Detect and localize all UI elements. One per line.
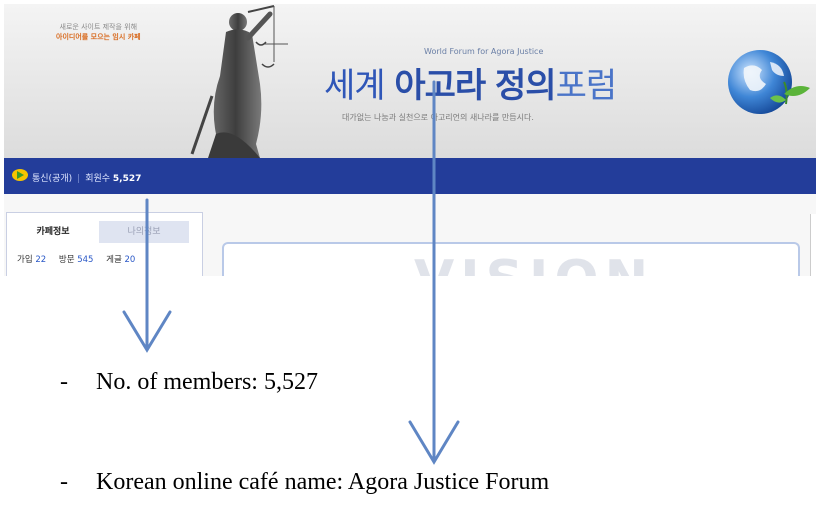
tagline-line2: 아이디어를 모으는 임시 카페	[56, 33, 141, 41]
cafe-banner: 새로운 사이트 제작을 위해 아이디어를 모으는 임시 카페 World For…	[4, 4, 816, 158]
tab-cafe-info[interactable]: 카페정보	[7, 221, 99, 243]
stat-value: 545	[77, 255, 94, 265]
title-part-forum: 포럼	[555, 66, 618, 106]
tagline-line1: 새로운 사이트 제작을 위해	[59, 23, 138, 31]
stat-value: 22	[35, 255, 47, 265]
members-label: 회원수	[85, 174, 111, 184]
bullet-dash: -	[60, 369, 68, 395]
cafe-title: 세계 아고라 정의포럼	[324, 66, 618, 106]
stat-value: 20	[124, 255, 136, 265]
cafe-info-panel: 카페정보 나의정보 가입 22 방문 545 게글 20	[6, 212, 203, 276]
stat-label: 게글	[106, 255, 122, 265]
play-arrow-icon	[12, 169, 28, 181]
cafe-navbar: 통신(공개) | 회원수 5,527	[4, 158, 816, 194]
separator: |	[77, 174, 81, 184]
stat-label: 가입	[17, 255, 33, 265]
members-count: 5,527	[112, 174, 142, 184]
banner-tagline: 새로운 사이트 제작을 위해 아이디어를 모으는 임시 카페	[56, 22, 141, 42]
tab-my-info[interactable]: 나의정보	[99, 221, 189, 243]
status-label: 통신(공개)	[32, 174, 73, 184]
cafe-content: 카페정보 나의정보 가입 22 방문 545 게글 20 VISION	[4, 194, 816, 276]
title-part-world: 세계	[324, 66, 386, 106]
vision-box: VISION	[222, 242, 800, 276]
annotation-members: No. of members: 5,527	[96, 369, 318, 395]
cafe-screenshot: 새로운 사이트 제작을 위해 아이디어를 모으는 임시 카페 World For…	[4, 4, 816, 276]
title-english: World Forum for Agora Justice	[424, 47, 544, 56]
cafe-stats: 가입 22 방문 545 게글 20	[17, 253, 145, 265]
right-panel-edge	[810, 214, 816, 276]
annotation-cafe-name: Korean online café name: Agora Justice F…	[96, 469, 550, 495]
bullet-dash: -	[60, 469, 68, 495]
vision-heading: VISION	[414, 250, 654, 276]
banner-subtitle: 대가없는 나눔과 실천으로 아고리언의 새나라를 만듭시다.	[342, 113, 534, 122]
title-part-justice: 정의	[495, 66, 557, 106]
title-part-agora: 아고라	[394, 66, 486, 106]
globe-sprout-icon	[728, 50, 810, 114]
stat-label: 방문	[58, 255, 75, 265]
member-info: 통신(공개) | 회원수 5,527	[32, 171, 141, 184]
lady-justice-statue-icon	[190, 5, 288, 158]
